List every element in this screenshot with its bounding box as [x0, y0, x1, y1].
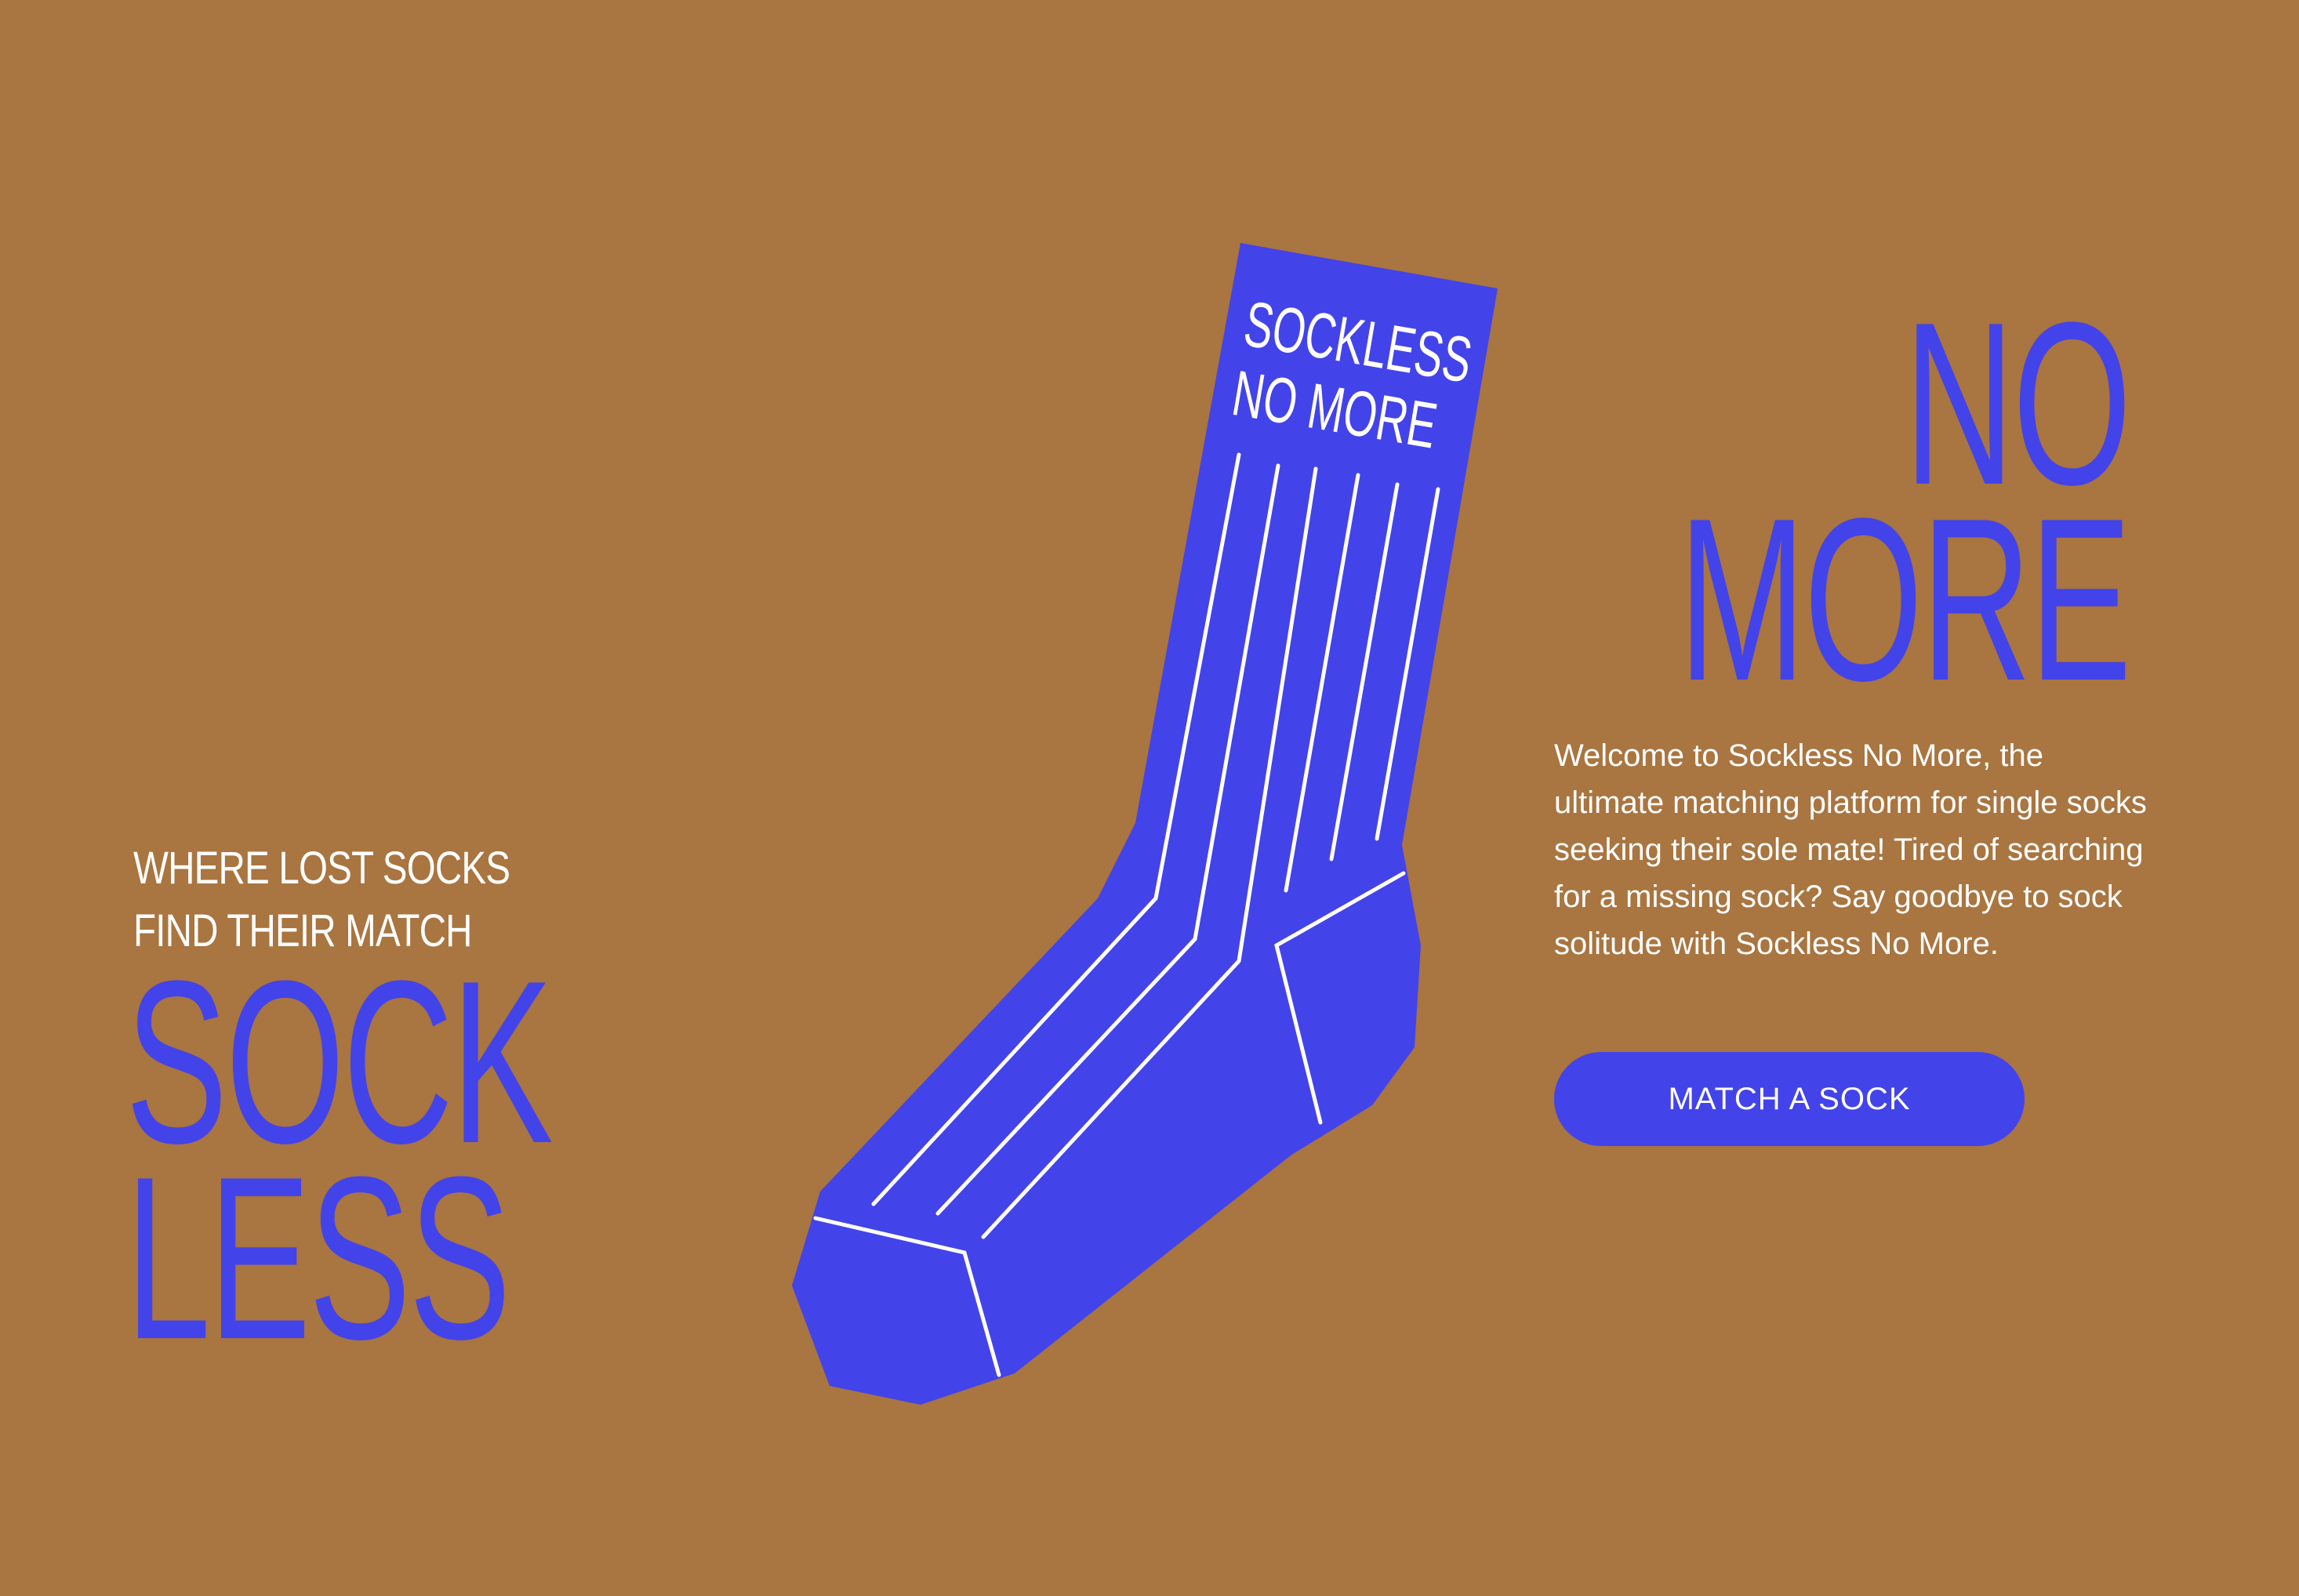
tagline-line1: WHERE LOST SOCKS — [133, 843, 510, 894]
match-a-sock-button[interactable]: MATCH A SOCK — [1554, 1052, 2025, 1146]
hero-title-right: NO MORE — [1678, 288, 2131, 729]
hero-page: SOCKLESS NO MORE WHERE LOST SOCKS FIND T… — [0, 0, 2299, 1596]
hero-title-left-line2: LESS — [125, 1128, 511, 1387]
hero-title-left: SOCK LESS — [125, 946, 554, 1387]
hero-description: Welcome to Sockless No More, the ultimat… — [1554, 738, 2147, 961]
hero-title-right-line2: MORE — [1678, 470, 2131, 729]
